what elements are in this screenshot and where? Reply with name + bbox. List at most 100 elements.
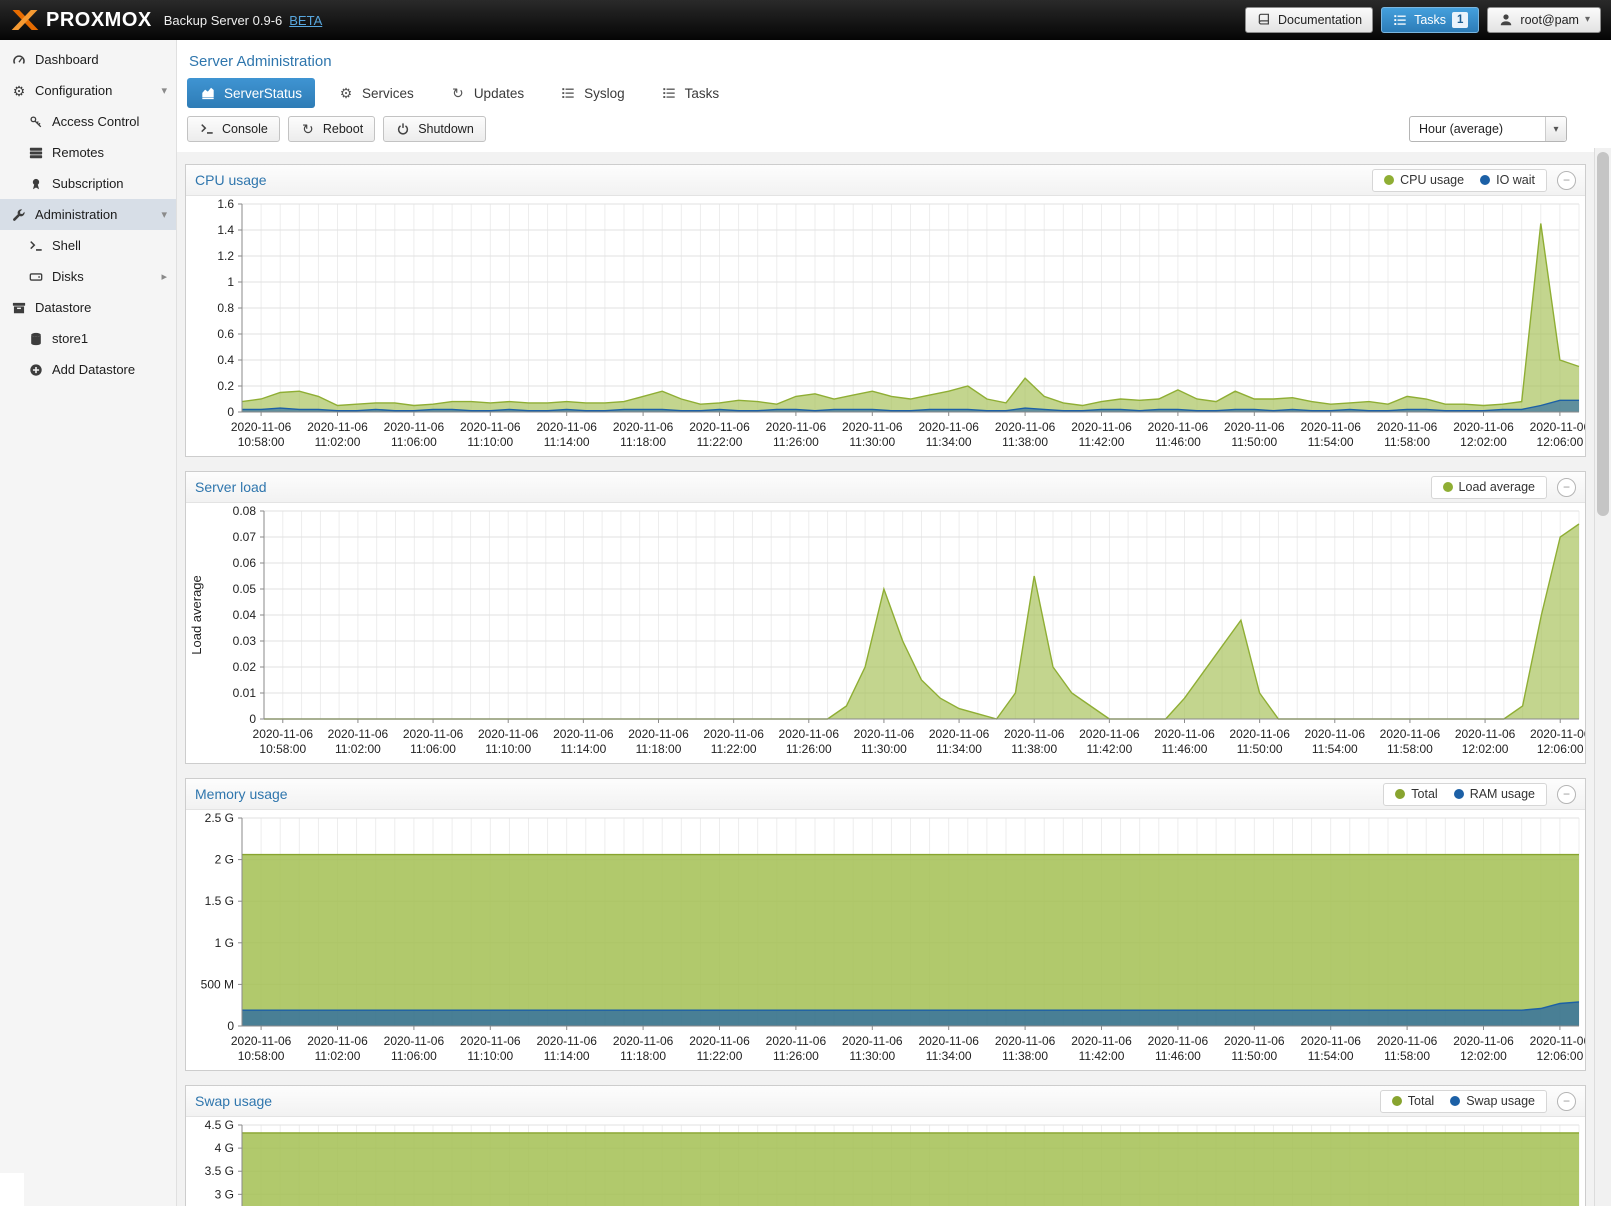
svg-text:2020-11-06: 2020-11-06 [307,420,368,434]
svg-text:2020-11-06: 2020-11-06 [1224,1034,1285,1048]
collapse-panel-icon[interactable]: − [1557,1092,1576,1111]
legend-item[interactable]: Load average [1443,480,1535,494]
sidebar-item-label: Configuration [35,83,112,98]
console-button[interactable]: Console [187,116,280,142]
svg-text:0.6: 0.6 [217,327,234,341]
svg-text:1.5 G: 1.5 G [205,894,234,908]
tab-updates[interactable]: ↻ Updates [437,78,537,108]
sidebar-item-remotes[interactable]: Remotes [0,137,176,168]
svg-text:2020-11-06: 2020-11-06 [689,420,750,434]
collapse-arrow-icon[interactable]: ▾ [161,208,167,221]
svg-text:0.04: 0.04 [233,608,257,622]
svg-text:11:22:00: 11:22:00 [697,435,743,449]
sidebar-item-label: store1 [52,331,88,346]
svg-text:0.05: 0.05 [233,582,257,596]
sidebar-item-administration[interactable]: Administration ▾ [0,199,176,230]
legend-label: CPU usage [1400,173,1464,187]
sidebar-item-subscription[interactable]: Subscription [0,168,176,199]
svg-text:1.6: 1.6 [217,197,234,211]
svg-text:2020-11-06: 2020-11-06 [1229,727,1290,741]
sidebar-item-access-control[interactable]: Access Control [0,106,176,137]
svg-text:Load average: Load average [189,575,204,655]
svg-text:2020-11-06: 2020-11-06 [1377,420,1438,434]
panel-header: Memory usage Total RAM usage − [186,779,1585,810]
legend-item[interactable]: Total [1395,787,1437,801]
legend-item[interactable]: RAM usage [1454,787,1535,801]
collapse-panel-icon[interactable]: − [1557,171,1576,190]
main-panel: Server Administration ServerStatus ⚙ Ser… [177,40,1611,1206]
tasks-button[interactable]: Tasks 1 [1381,7,1479,33]
tab-serverstatus[interactable]: ServerStatus [187,78,315,108]
legend-dot [1454,789,1464,799]
svg-text:11:58:00: 11:58:00 [1384,435,1430,449]
svg-text:2020-11-06: 2020-11-06 [929,727,990,741]
documentation-button[interactable]: Documentation [1245,7,1373,33]
svg-text:2 G: 2 G [215,853,234,867]
tab-label: Services [362,86,414,101]
sidebar-item-store1[interactable]: store1 [0,323,176,354]
svg-text:2020-11-06: 2020-11-06 [478,727,539,741]
svg-text:11:10:00: 11:10:00 [467,435,513,449]
svg-text:11:50:00: 11:50:00 [1231,435,1277,449]
tab-syslog[interactable]: Syslog [547,78,638,108]
sidebar-item-add-datastore[interactable]: Add Datastore [0,354,176,385]
tab-services[interactable]: ⚙ Services [325,78,427,108]
svg-text:2020-11-06: 2020-11-06 [918,1034,979,1048]
timeframe-select[interactable]: Hour (average) ▾ [1409,116,1567,142]
chart-panel-memory: Memory usage Total RAM usage − 0500 M1 G… [185,778,1586,1071]
vertical-scrollbar[interactable] [1594,148,1611,1206]
beta-link[interactable]: BETA [289,13,322,28]
toolbar: Console ↻ Reboot Shutdown Hour (average)… [177,114,1611,152]
svg-text:11:34:00: 11:34:00 [936,742,982,756]
svg-text:0.07: 0.07 [233,530,257,544]
sidebar: Dashboard ⚙ Configuration ▾ Access Contr… [0,40,177,1206]
legend-item[interactable]: CPU usage [1384,173,1464,187]
svg-text:11:26:00: 11:26:00 [773,435,819,449]
subscription-icon [28,176,44,192]
area-chart-icon [200,85,216,101]
sidebar-item-label: Dashboard [35,52,99,67]
sidebar-item-shell[interactable]: Shell [0,230,176,261]
sidebar-item-label: Remotes [52,145,104,160]
tab-label: Syslog [584,86,625,101]
svg-text:2020-11-06: 2020-11-06 [1224,420,1285,434]
svg-text:11:58:00: 11:58:00 [1387,742,1433,756]
sidebar-item-label: Access Control [52,114,139,129]
top-header: PROXMOX Backup Server 0.9-6 BETA Documen… [0,0,1611,40]
svg-text:4.5 G: 4.5 G [205,1118,234,1132]
sidebar-item-disks[interactable]: Disks ▸ [0,261,176,292]
svg-text:2020-11-06: 2020-11-06 [1530,420,1585,434]
collapse-arrow-icon[interactable]: ▾ [161,84,167,97]
panel-title: CPU usage [195,172,267,188]
sidebar-item-dashboard[interactable]: Dashboard [0,44,176,75]
chart-panel-cpu: CPU usage CPU usage IO wait − 00.20.40.6… [185,164,1586,457]
gauge-icon [11,52,27,68]
svg-text:11:58:00: 11:58:00 [1384,1049,1430,1063]
plus-circle-icon [28,362,44,378]
legend-item[interactable]: IO wait [1480,173,1535,187]
collapse-panel-icon[interactable]: − [1557,785,1576,804]
memory-usage-chart: 0500 M1 G1.5 G2 G2.5 G2020-11-0610:58:00… [186,810,1585,1070]
timeframe-value: Hour (average) [1419,122,1503,136]
collapse-panel-icon[interactable]: − [1557,478,1576,497]
sidebar-item-configuration[interactable]: ⚙ Configuration ▾ [0,75,176,106]
shutdown-button[interactable]: Shutdown [383,116,486,142]
svg-text:11:06:00: 11:06:00 [410,742,456,756]
tasks-icon [1392,12,1408,28]
legend-dot [1480,175,1490,185]
svg-text:2020-11-06: 2020-11-06 [1079,727,1140,741]
user-menu-button[interactable]: root@pam ▾ [1487,7,1601,33]
sidebar-item-datastore[interactable]: Datastore [0,292,176,323]
scrollbar-thumb[interactable] [1597,152,1609,516]
reboot-button[interactable]: ↻ Reboot [288,116,375,142]
svg-text:2020-11-06: 2020-11-06 [307,1034,368,1048]
legend-item[interactable]: Swap usage [1450,1094,1535,1108]
panel-header: Swap usage Total Swap usage − [186,1086,1585,1117]
legend-item[interactable]: Total [1392,1094,1434,1108]
expand-arrow-icon[interactable]: ▸ [161,270,167,283]
tab-tasks[interactable]: Tasks [648,78,733,108]
legend: Total RAM usage [1383,783,1547,806]
svg-text:11:30:00: 11:30:00 [849,435,895,449]
wrench-icon [11,207,27,223]
svg-text:11:38:00: 11:38:00 [1011,742,1057,756]
